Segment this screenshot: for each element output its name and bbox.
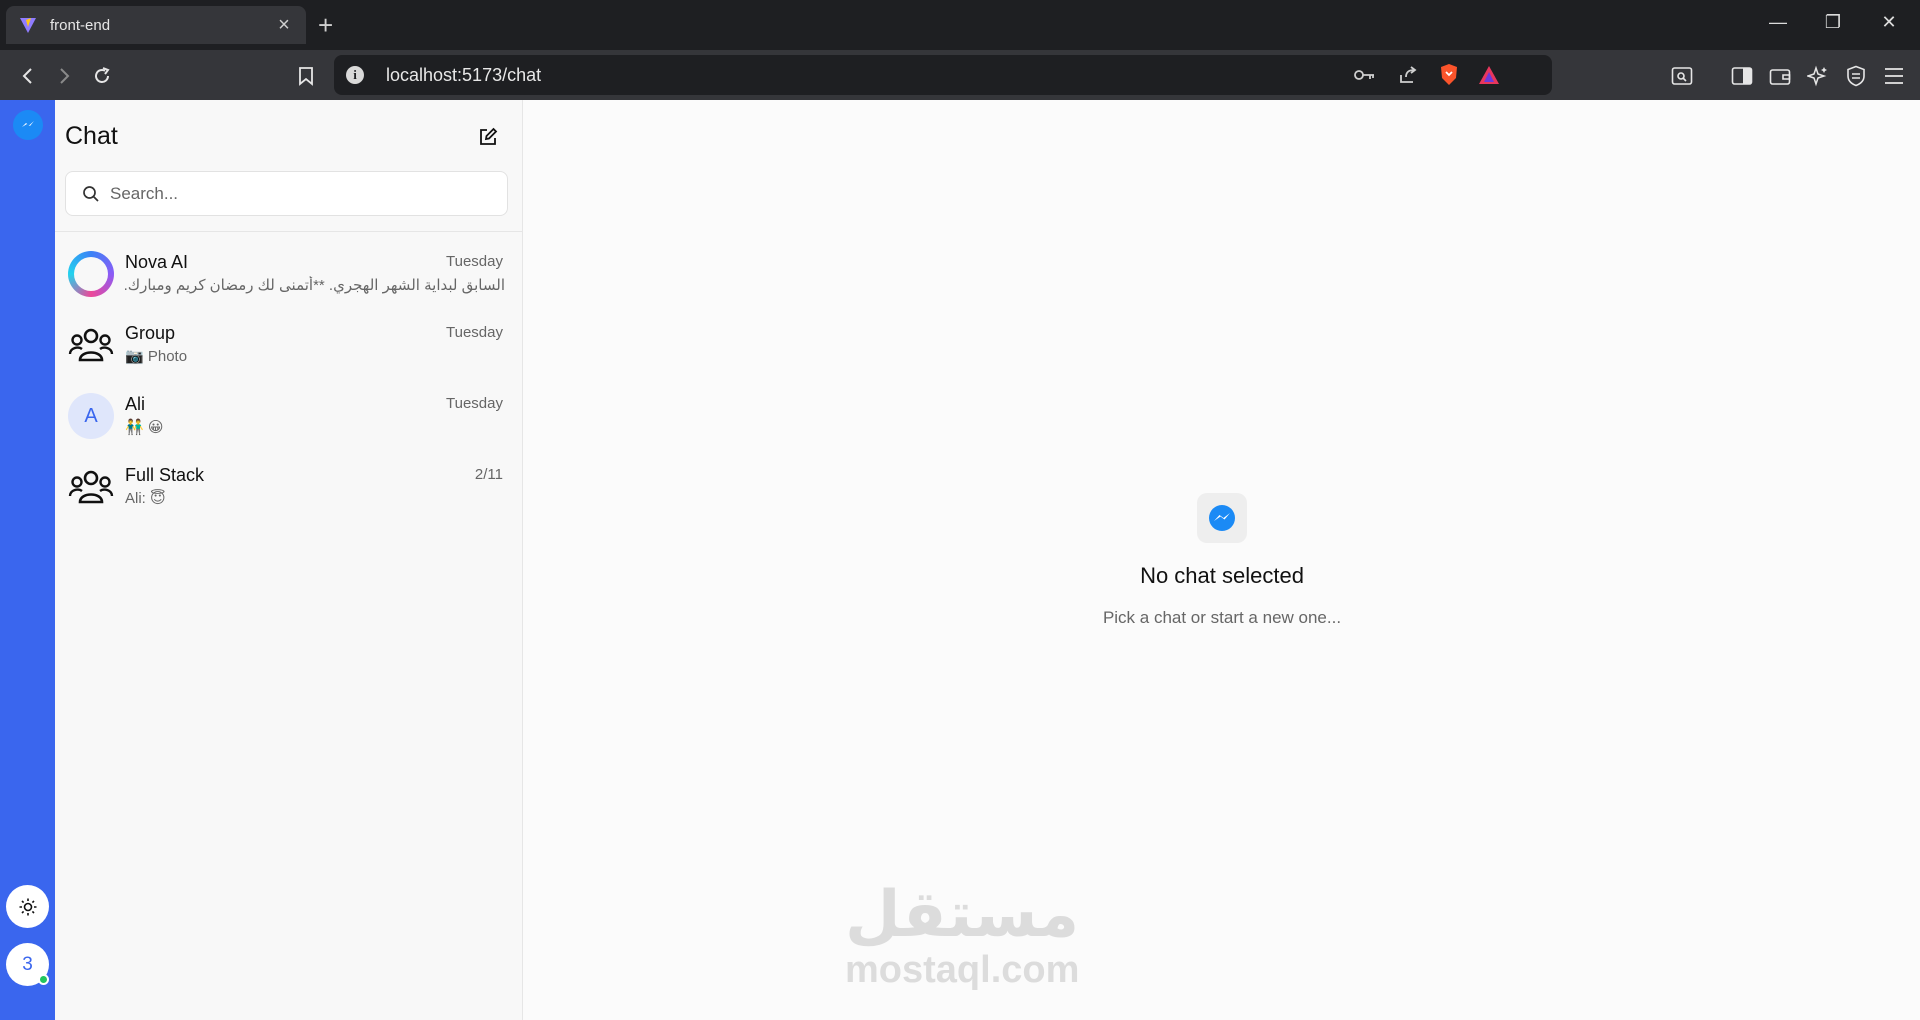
chat-main-area: No chat selected Pick a chat or start a … [524,100,1920,1020]
site-info-icon[interactable]: i [346,66,364,84]
new-tab-icon[interactable]: + [318,10,333,40]
browser-tab[interactable]: front-end × [6,6,306,44]
share-icon[interactable] [1398,55,1418,95]
chat-preview: Ali: 😇 [125,490,166,507]
back-icon[interactable] [14,62,42,90]
watermark-arabic: مستقل [845,878,1080,952]
chat-name: Ali [125,394,146,414]
chat-preview: السابق لبداية الشهر الهجري. **أتمنى لك ر… [125,277,505,294]
brave-shields-icon[interactable] [1438,55,1460,95]
tab-title: front-end [50,16,111,34]
watermark-latin: mostaql.com [845,949,1080,991]
divider [55,231,523,232]
window-close-icon[interactable]: ✕ [1874,12,1904,33]
restore-icon[interactable]: ❐ [1818,12,1848,33]
chat-time: Tuesday [446,395,503,412]
wallet-icon[interactable] [1766,62,1794,90]
chat-time: Tuesday [446,253,503,270]
key-icon[interactable] [1354,55,1376,95]
chat-time: 2/11 [474,466,503,483]
reload-icon[interactable] [88,62,116,90]
chat-name: Full Stack [125,465,205,485]
messenger-logo-icon[interactable] [13,110,43,140]
chat-name: Group [125,323,176,343]
sidebar-title: Chat [65,122,118,150]
menu-icon[interactable] [1880,62,1908,90]
address-bar[interactable]: i localhost:5173/chat [334,55,1552,95]
search-box [65,171,508,216]
chat-preview: 📷 Photo [125,348,188,365]
url-text: localhost:5173/chat [386,64,542,85]
browser-toolbar: i localhost:5173/chat [0,50,1920,100]
chat-item-nova-ai[interactable]: Nova AI Tuesday السابق لبداية الشهر الهج… [55,238,523,309]
forward-icon[interactable] [50,62,78,90]
new-chat-button[interactable] [475,124,501,150]
leo-ai-icon[interactable] [1804,62,1832,90]
compose-icon [480,127,498,145]
chat-time: Tuesday [446,324,503,341]
chat-list: Nova AI Tuesday السابق لبداية الشهر الهج… [55,238,523,522]
messenger-icon [1197,493,1247,543]
page-search-icon[interactable] [1668,62,1696,90]
vpn-icon[interactable] [1842,62,1870,90]
chat-name: Nova AI [125,252,189,272]
search-input[interactable] [110,183,490,204]
theme-toggle-button[interactable] [6,885,49,928]
chat-item-full-stack[interactable]: Full Stack 2/11 Ali: 😇 [55,451,523,522]
vite-icon [20,18,36,33]
chat-item-group[interactable]: Group Tuesday 📷 Photo [55,309,523,380]
user-initial: 3 [22,953,33,975]
bookmark-icon[interactable] [292,62,320,90]
brave-rewards-icon[interactable] [1478,55,1500,95]
close-icon[interactable]: × [274,15,294,35]
nova-ai-avatar [68,251,114,297]
watermark: مستقل mostaql.com [845,878,1080,991]
chat-sidebar: Chat Nova AI Tuesday السابق لبداية الشهر… [55,100,523,1020]
sun-icon [19,898,36,915]
user-avatar[interactable]: 3 [6,943,49,986]
group-icon [68,464,114,510]
ali-avatar: A [68,393,114,439]
chat-preview: 👬 😀 [125,419,164,436]
empty-state-title: No chat selected [1140,563,1304,588]
app-rail: 3 [0,100,55,1020]
search-icon [83,185,99,202]
chat-item-ali[interactable]: A Ali Tuesday 👬 😀 [55,380,523,451]
sidebar-toggle-icon[interactable] [1728,62,1756,90]
empty-state-subtitle: Pick a chat or start a new one... [1102,608,1342,627]
group-icon [68,322,114,368]
online-status-dot [38,974,49,985]
browser-tab-bar: front-end × + — ❐ ✕ [0,0,1920,50]
minimize-icon[interactable]: — [1763,12,1793,33]
